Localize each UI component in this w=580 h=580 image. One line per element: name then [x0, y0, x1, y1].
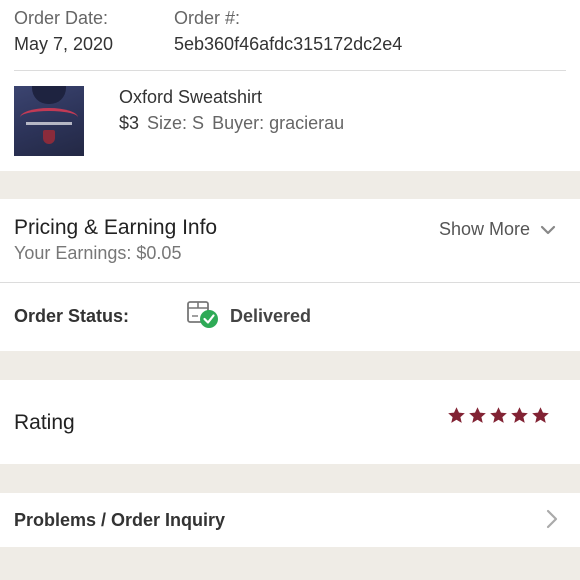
star-icon [511, 407, 528, 423]
product-price: $3 [119, 113, 140, 133]
star-icon [469, 407, 486, 423]
product-buyer: Buyer: gracierau [212, 113, 345, 133]
star-icon [490, 407, 507, 423]
delivered-box-icon [187, 301, 218, 328]
order-date-value: May 7, 2020 [14, 34, 114, 54]
product-details: $3 Size: S Buyer: gracierau [119, 113, 344, 134]
order-number-value: 5eb360f46afdc315172dc2e4 [174, 34, 403, 54]
order-status-value: Delivered [230, 306, 312, 326]
star-rating [447, 406, 550, 425]
product-thumbnail[interactable] [14, 86, 84, 156]
show-more-button[interactable]: Show More [439, 219, 556, 240]
divider [14, 70, 566, 71]
chevron-down-icon [540, 225, 556, 234]
pricing-title: Pricing & Earning Info [14, 216, 218, 239]
star-icon [532, 407, 549, 423]
product-title[interactable]: Oxford Sweatshirt [119, 87, 262, 108]
divider [0, 282, 580, 283]
product-size: Size: S [147, 113, 205, 133]
star-icon [448, 407, 465, 423]
order-date-label: Order Date: [14, 8, 109, 28]
chevron-right-icon [546, 509, 558, 529]
show-more-label: Show More [438, 219, 530, 239]
problems-label: Problems / Order Inquiry [14, 510, 226, 530]
rating-label: Rating [14, 411, 75, 434]
earnings-text: Your Earnings: $0.05 [14, 243, 182, 263]
order-number-label: Order #: [174, 8, 241, 28]
order-status-label: Order Status: [14, 306, 130, 326]
